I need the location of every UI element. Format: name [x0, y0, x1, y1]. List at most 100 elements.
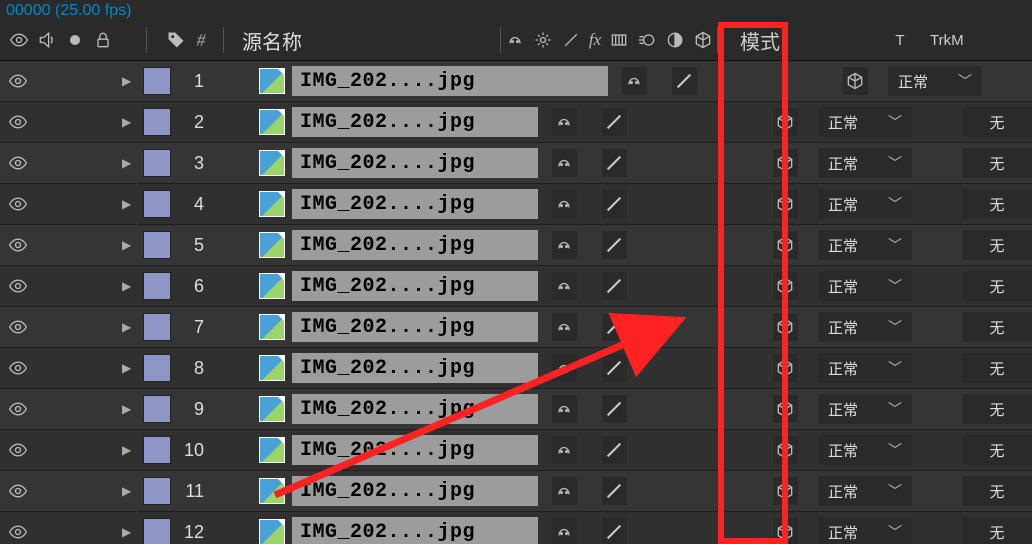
fx-switch[interactable]: [627, 354, 652, 382]
layer-row[interactable]: ▶10IMG_202....jpg正常﹀无: [0, 430, 1032, 471]
preserve-transparency[interactable]: [912, 230, 962, 260]
quality-switch[interactable]: [602, 190, 627, 218]
source-name[interactable]: IMG_202....jpg: [292, 107, 538, 137]
shy-switch[interactable]: [552, 436, 577, 464]
motion-blur-switch[interactable]: [677, 149, 702, 177]
preserve-transparency[interactable]: [912, 312, 962, 342]
adjustment-switch[interactable]: [702, 354, 727, 382]
blend-mode-dropdown[interactable]: 正常﹀: [818, 271, 912, 301]
3d-switch[interactable]: [773, 354, 798, 382]
collapse-switch[interactable]: [647, 67, 672, 95]
preserve-transparency[interactable]: [912, 476, 962, 506]
source-name[interactable]: IMG_202....jpg: [292, 271, 538, 301]
adjustment-layer-icon[interactable]: [665, 29, 685, 51]
track-matte-dropdown[interactable]: 无: [962, 271, 1032, 301]
eye-icon[interactable]: [8, 29, 30, 51]
source-name[interactable]: IMG_202....jpg: [292, 189, 538, 219]
frame-blend-switch[interactable]: [652, 354, 677, 382]
label-color-swatch[interactable]: [143, 313, 171, 341]
source-name[interactable]: IMG_202....jpg: [292, 66, 608, 96]
preserve-transparency[interactable]: [912, 189, 962, 219]
collapse-switch[interactable]: [577, 231, 602, 259]
quality-switch[interactable]: [602, 149, 627, 177]
quality-switch[interactable]: [602, 477, 627, 505]
motion-blur-switch[interactable]: [677, 395, 702, 423]
index-hash-icon[interactable]: #: [197, 30, 206, 51]
shy-switch[interactable]: [552, 477, 577, 505]
eye-icon[interactable]: [8, 480, 28, 502]
source-name[interactable]: IMG_202....jpg: [292, 230, 538, 260]
layer-row[interactable]: ▶8IMG_202....jpg正常﹀无: [0, 348, 1032, 389]
preserve-transparency[interactable]: [912, 517, 962, 544]
fx-switch[interactable]: [627, 231, 652, 259]
twirl-icon[interactable]: ▶: [122, 361, 138, 375]
shy-switch[interactable]: [552, 354, 577, 382]
blend-mode-dropdown[interactable]: 正常﹀: [818, 189, 912, 219]
track-matte-dropdown[interactable]: 无: [962, 148, 1032, 178]
source-name[interactable]: IMG_202....jpg: [292, 394, 538, 424]
quality-switch[interactable]: [602, 313, 627, 341]
adjustment-switch[interactable]: [772, 67, 797, 95]
header-trkmat[interactable]: TrkM: [930, 20, 1020, 60]
label-color-swatch[interactable]: [143, 436, 171, 464]
layer-row[interactable]: ▶2IMG_202....jpg正常﹀无: [0, 102, 1032, 143]
label-color-swatch[interactable]: [143, 67, 171, 95]
shy-switch[interactable]: [552, 518, 577, 544]
label-color-swatch[interactable]: [143, 149, 171, 177]
shy-switch[interactable]: [622, 67, 647, 95]
label-color-swatch[interactable]: [143, 477, 171, 505]
label-color-swatch[interactable]: [143, 190, 171, 218]
3d-switch[interactable]: [773, 190, 798, 218]
fx-switch[interactable]: [627, 436, 652, 464]
layer-row[interactable]: ▶1IMG_202....jpg正常﹀: [0, 61, 1032, 102]
motion-blur-switch[interactable]: [677, 108, 702, 136]
layer-row[interactable]: ▶7IMG_202....jpg正常﹀无: [0, 307, 1032, 348]
track-matte-dropdown[interactable]: 无: [962, 435, 1032, 465]
quality-icon[interactable]: [561, 29, 581, 51]
3d-switch[interactable]: [773, 108, 798, 136]
adjustment-switch[interactable]: [702, 436, 727, 464]
adjustment-switch[interactable]: [702, 190, 727, 218]
fx-switch[interactable]: [627, 149, 652, 177]
solo-icon[interactable]: [64, 29, 86, 51]
eye-icon[interactable]: [8, 357, 28, 379]
source-name[interactable]: IMG_202....jpg: [292, 435, 538, 465]
blend-mode-dropdown[interactable]: 正常﹀: [818, 517, 912, 544]
frame-blend-switch[interactable]: [652, 395, 677, 423]
blend-mode-dropdown[interactable]: 正常﹀: [818, 435, 912, 465]
shy-switch[interactable]: [552, 272, 577, 300]
twirl-icon[interactable]: ▶: [122, 156, 138, 170]
layer-row[interactable]: ▶9IMG_202....jpg正常﹀无: [0, 389, 1032, 430]
3d-layer-icon[interactable]: [693, 29, 713, 51]
source-name[interactable]: IMG_202....jpg: [292, 517, 538, 544]
twirl-icon[interactable]: ▶: [122, 238, 138, 252]
frame-blend-switch[interactable]: [652, 436, 677, 464]
collapse-switch[interactable]: [577, 108, 602, 136]
lock-icon[interactable]: [92, 29, 114, 51]
twirl-icon[interactable]: ▶: [122, 402, 138, 416]
frame-blend-switch[interactable]: [652, 313, 677, 341]
layer-row[interactable]: ▶3IMG_202....jpg正常﹀无: [0, 143, 1032, 184]
source-name[interactable]: IMG_202....jpg: [292, 312, 538, 342]
fx-switch[interactable]: [627, 190, 652, 218]
collapse-switch[interactable]: [577, 272, 602, 300]
track-matte-dropdown[interactable]: 无: [962, 353, 1032, 383]
shy-switch[interactable]: [552, 149, 577, 177]
track-matte-dropdown[interactable]: 无: [962, 312, 1032, 342]
quality-switch[interactable]: [602, 436, 627, 464]
eye-icon[interactable]: [8, 439, 28, 461]
preserve-transparency[interactable]: [912, 271, 962, 301]
frame-blend-switch[interactable]: [652, 108, 677, 136]
collapse-switch[interactable]: [577, 395, 602, 423]
frame-blend-switch[interactable]: [652, 190, 677, 218]
motion-blur-switch[interactable]: [747, 67, 772, 95]
fx-switch[interactable]: [627, 518, 652, 544]
adjustment-switch[interactable]: [702, 477, 727, 505]
header-mode[interactable]: 模式: [726, 20, 870, 60]
3d-switch[interactable]: [773, 477, 798, 505]
label-color-swatch[interactable]: [143, 354, 171, 382]
twirl-icon[interactable]: ▶: [122, 197, 138, 211]
blend-mode-dropdown[interactable]: 正常﹀: [818, 230, 912, 260]
layer-row[interactable]: ▶6IMG_202....jpg正常﹀无: [0, 266, 1032, 307]
frame-blend-switch[interactable]: [722, 67, 747, 95]
